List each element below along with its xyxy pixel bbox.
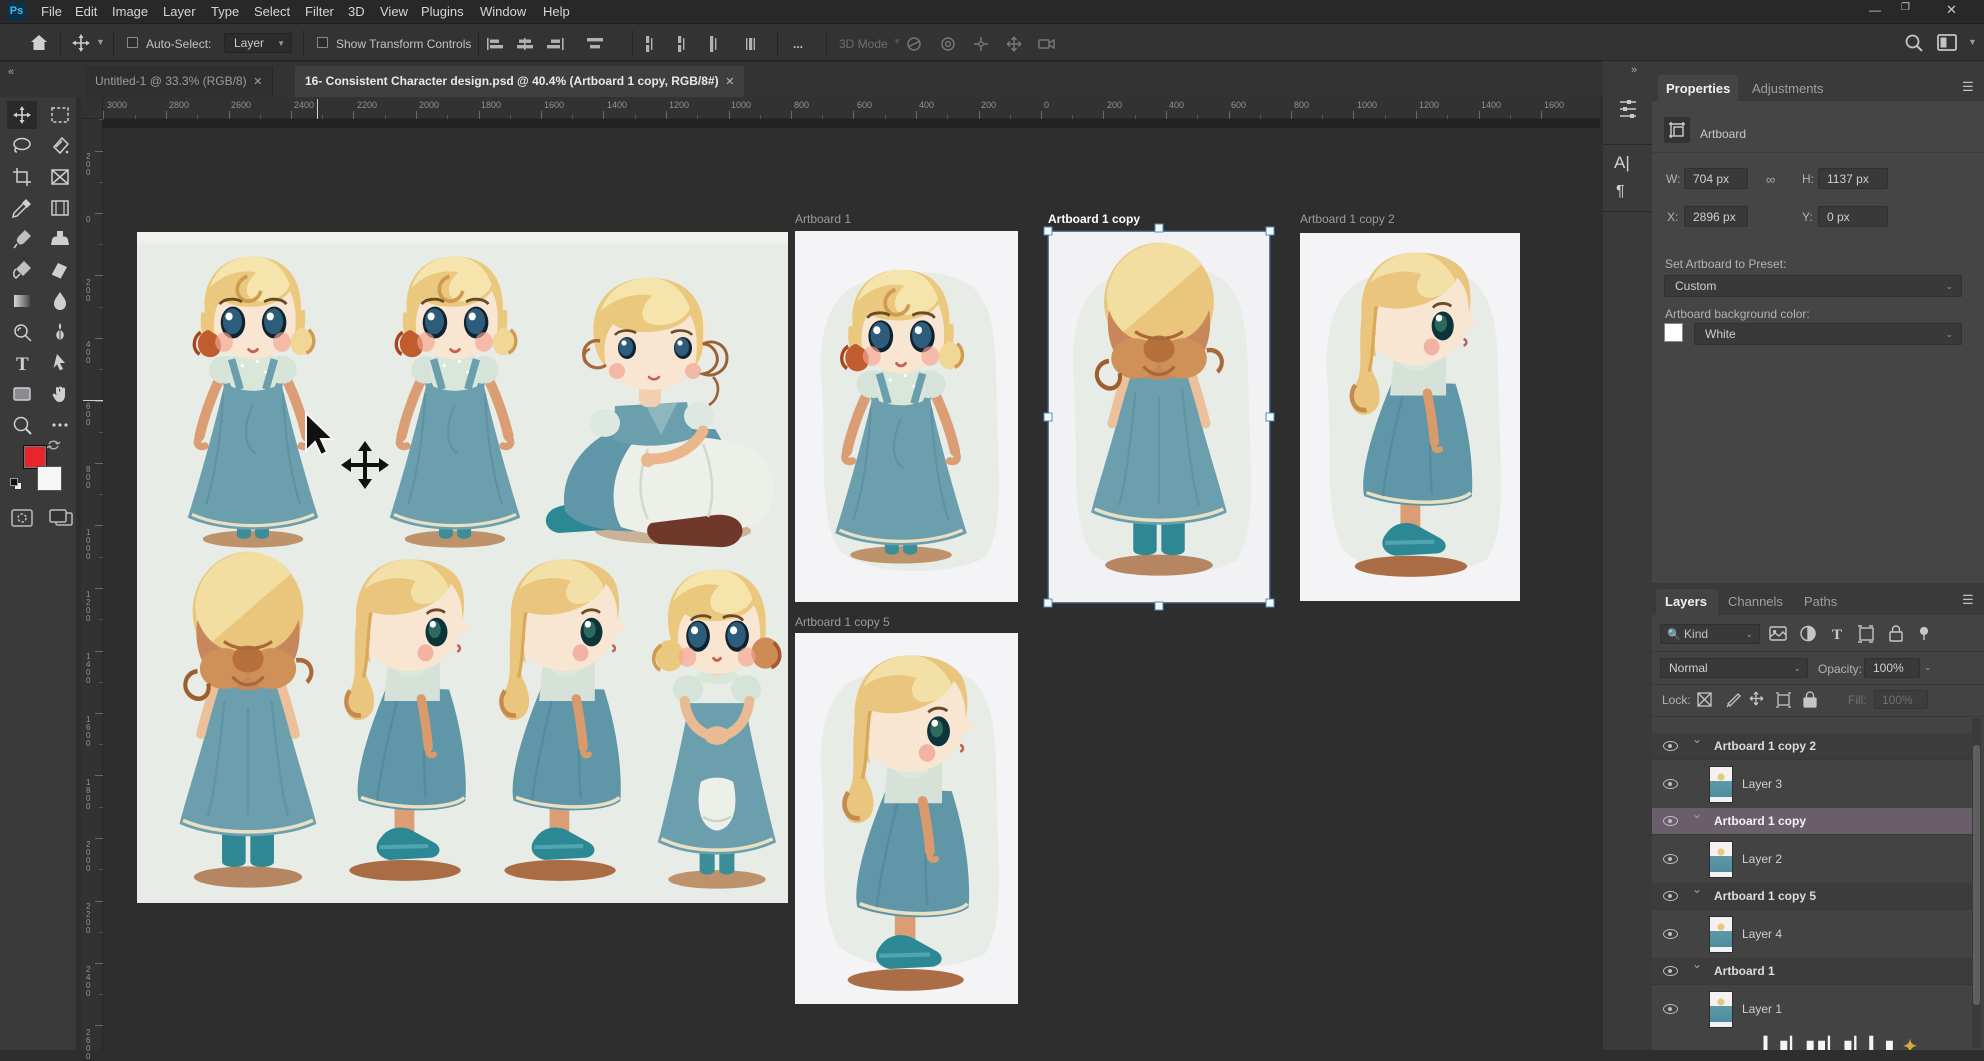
svg-text:T: T bbox=[1832, 627, 1842, 643]
svg-text:T: T bbox=[16, 354, 29, 375]
